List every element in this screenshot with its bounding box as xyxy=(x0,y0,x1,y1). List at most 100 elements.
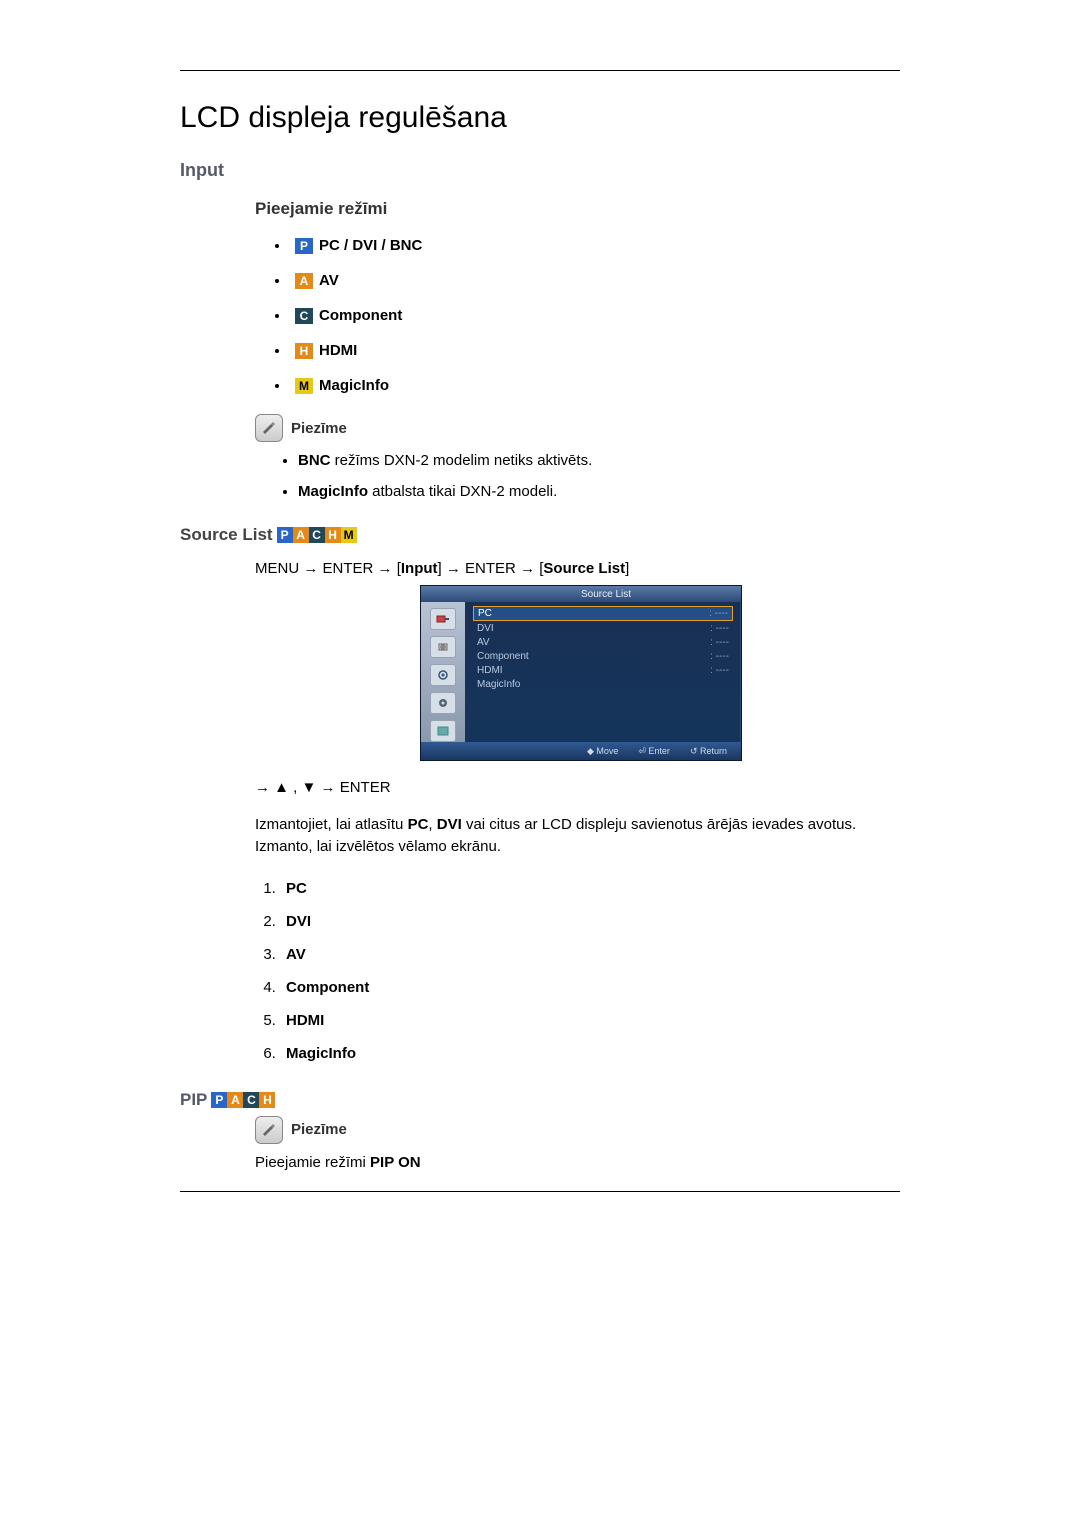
osd-item-value: : ---- xyxy=(710,665,729,676)
note-text: režīms DXN-2 modelim netiks aktivēts. xyxy=(331,452,593,469)
body-paragraph: Izmantojiet, lai atlasītu PC, DVI vai ci… xyxy=(255,814,900,858)
osd-footer: ◆ Move ⏎ Enter ↺ Return xyxy=(421,742,741,760)
osd-icon-input xyxy=(430,608,456,630)
a-badge-icon: A xyxy=(293,527,309,543)
source-list-heading: Source List P A C H M xyxy=(180,525,900,545)
bullet-icon xyxy=(275,384,279,388)
arrow-icon: → xyxy=(303,560,318,577)
note-row: Piezīme xyxy=(255,414,900,442)
pip-body-line: Pieejamie režīmi PIP ON xyxy=(255,1154,900,1171)
p-badge-icon: P xyxy=(211,1092,227,1108)
c-badge-icon: C xyxy=(295,308,313,324)
osd-footer-enter: ⏎ Enter xyxy=(638,746,670,757)
page-title: LCD displeja regulēšana xyxy=(180,101,900,135)
top-rule xyxy=(180,70,900,71)
mode-label: HDMI xyxy=(319,342,357,359)
modes-list: P PC / DVI / BNC A AV C Component H HDMI… xyxy=(275,237,900,394)
list-item: PC xyxy=(280,880,900,897)
p-badge-icon: P xyxy=(295,238,313,254)
list-item: Component xyxy=(280,979,900,996)
osd-row: HDMI: ---- xyxy=(473,664,733,677)
osd-item-label: AV xyxy=(477,637,490,648)
osd-list: PC : ---- DVI : ---- AV : ---- Component : -… xyxy=(465,602,741,742)
osd-footer-move: ◆ Move xyxy=(587,746,618,757)
bullet-icon xyxy=(275,314,279,318)
badge-strip: P A C H xyxy=(211,1092,275,1108)
osd-item-label: PC xyxy=(478,608,492,619)
note-row: Piezīme xyxy=(255,1116,900,1144)
mode-item-hdmi: H HDMI xyxy=(275,342,900,359)
list-item: AV xyxy=(280,946,900,963)
osd-icon-setup xyxy=(430,692,456,714)
osd-title-text: Source List xyxy=(581,589,631,600)
note-text: atbalsta tikai DXN-2 modeli. xyxy=(368,483,557,500)
h-badge-icon: H xyxy=(259,1092,275,1108)
list-item-label: Component xyxy=(286,979,369,996)
input-heading: Input xyxy=(180,160,900,181)
arrow-icon: → xyxy=(378,560,393,577)
osd-title: Source List xyxy=(421,586,741,602)
bullet-icon xyxy=(275,279,279,283)
osd-side-icons xyxy=(421,602,465,742)
p-badge-icon: P xyxy=(277,527,293,543)
arrow-icon: → xyxy=(520,560,535,577)
numbered-list: PC DVI AV Component HDMI MagicInfo xyxy=(280,880,900,1062)
list-item: MagicInfo xyxy=(280,1045,900,1062)
osd-icon-picture xyxy=(430,636,456,658)
menu-path: MENU → ENTER → [Input] → ENTER → [Source… xyxy=(255,560,900,577)
list-item-label: PC xyxy=(286,880,307,897)
badge-strip: P A C H M xyxy=(277,527,357,543)
osd-icon-multi xyxy=(430,720,456,742)
list-item: DVI xyxy=(280,913,900,930)
osd-item-label: MagicInfo xyxy=(477,679,520,690)
bottom-rule xyxy=(180,1191,900,1192)
page: LCD displeja regulēšana Input Pieejamie … xyxy=(90,0,990,1232)
osd-item-label: Component xyxy=(477,651,529,662)
a-badge-icon: A xyxy=(227,1092,243,1108)
mode-item-av: A AV xyxy=(275,272,900,289)
osd-item-value: : ---- xyxy=(710,623,729,634)
osd-body: PC : ---- DVI : ---- AV : ---- Component : -… xyxy=(421,602,741,742)
osd-item-value: : ---- xyxy=(710,637,729,648)
osd-row: DVI : ---- xyxy=(473,622,733,635)
nav-input: Input xyxy=(401,560,438,577)
nav-enter: ENTER xyxy=(323,560,374,577)
m-badge-icon: M xyxy=(341,527,357,543)
a-badge-icon: A xyxy=(295,273,313,289)
h-badge-icon: H xyxy=(295,343,313,359)
osd-row: PC : ---- xyxy=(473,606,733,621)
list-item-label: MagicInfo xyxy=(286,1045,356,1062)
note-icon xyxy=(255,1116,283,1144)
arrow-icon: → xyxy=(446,560,461,577)
mode-label: MagicInfo xyxy=(319,377,389,394)
mode-label: PC / DVI / BNC xyxy=(319,237,422,254)
nav-enter: ENTER xyxy=(465,560,516,577)
osd-screenshot: Source List PC : ---- DVI : ---- AV : ---- … xyxy=(420,585,742,761)
osd-row: MagicInfo xyxy=(473,678,733,691)
mode-label: AV xyxy=(319,272,339,289)
pip-bold: PIP ON xyxy=(370,1154,421,1171)
modes-heading: Pieejamie režīmi xyxy=(255,199,900,219)
note-item: MagicInfo atbalsta tikai DXN-2 modeli. xyxy=(298,483,900,500)
h-badge-icon: H xyxy=(325,527,341,543)
nav-source: Source List xyxy=(543,560,625,577)
note-label: Piezīme xyxy=(291,420,347,437)
osd-item-value: : ---- xyxy=(709,608,728,619)
pip-heading: PIP P A C H xyxy=(180,1090,900,1110)
note-list: BNC režīms DXN-2 modelim netiks aktivēts… xyxy=(298,452,900,500)
arrows-instruction: → ▲ , ▼ → ENTER xyxy=(255,779,900,796)
bullet-icon xyxy=(275,244,279,248)
mode-label: Component xyxy=(319,307,402,324)
note-bold: MagicInfo xyxy=(298,483,368,500)
osd-icon-sound xyxy=(430,664,456,686)
mode-item-pc: P PC / DVI / BNC xyxy=(275,237,900,254)
list-item-label: AV xyxy=(286,946,306,963)
m-badge-icon: M xyxy=(295,378,313,394)
note-icon xyxy=(255,414,283,442)
c-badge-icon: C xyxy=(243,1092,259,1108)
note-bold: BNC xyxy=(298,452,331,469)
mode-item-magicinfo: M MagicInfo xyxy=(275,377,900,394)
list-item: HDMI xyxy=(280,1012,900,1029)
pip-prefix: Pieejamie režīmi xyxy=(255,1154,370,1171)
osd-item-label: DVI xyxy=(477,623,494,634)
